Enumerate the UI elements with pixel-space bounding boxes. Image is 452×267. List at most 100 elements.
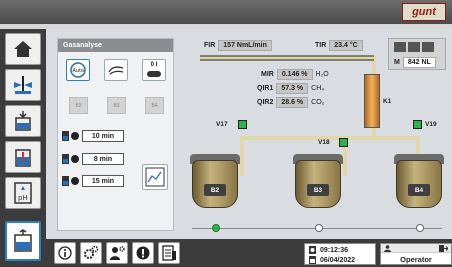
- gunt-logo: gunt: [402, 3, 446, 21]
- title-bar: [0, 0, 452, 24]
- valve-v18[interactable]: [339, 138, 348, 147]
- timer-row: 15 min: [62, 174, 127, 188]
- vessel-label: B4: [151, 102, 158, 109]
- user-gear-icon: [110, 246, 125, 260]
- meter-icons: [394, 42, 442, 52]
- alert-icon: [136, 246, 150, 260]
- toggle-switch-icon: [147, 71, 161, 77]
- fir-label: FIR: [204, 41, 216, 49]
- timer-input[interactable]: 10 min: [82, 130, 124, 142]
- gears-icon: [84, 245, 99, 259]
- chart-icon: [145, 167, 165, 187]
- user-panel-header: [381, 244, 451, 253]
- mir-value: 0.146 %: [276, 68, 313, 80]
- report-icon: [162, 245, 176, 261]
- meter-value: 842 NL: [402, 56, 436, 68]
- user-settings-button[interactable]: [106, 242, 128, 264]
- valve-v17[interactable]: [238, 120, 247, 129]
- settings-button[interactable]: [80, 242, 102, 264]
- qir2-unit: CO₂: [311, 98, 325, 106]
- tank-label: B3: [307, 184, 329, 196]
- valve-v19-label: V19: [425, 121, 437, 128]
- tir-label: TIR: [315, 41, 327, 49]
- meter-icon: [408, 42, 420, 52]
- tank-timer-icon: [62, 176, 79, 186]
- tir-readout: TIR 23.4 °C: [315, 39, 363, 51]
- mixer-button[interactable]: [5, 69, 41, 101]
- tank-label: B2: [204, 184, 226, 196]
- gas-meter-box: M 842 NL: [388, 38, 446, 70]
- meter-label: M: [394, 58, 400, 66]
- valve-v18-label: V18: [318, 139, 330, 146]
- current-date: 06/04/2022: [320, 256, 356, 264]
- status-indicator-b2: [212, 224, 220, 232]
- vessel-label: B2: [75, 102, 82, 109]
- timer-input[interactable]: 15 min: [82, 175, 124, 187]
- vessel-b3-button[interactable]: B3: [107, 97, 126, 114]
- user-name: Operator: [400, 255, 432, 264]
- tank-b4[interactable]: B4: [394, 154, 444, 210]
- panel-title: Gasanalyse: [58, 39, 173, 52]
- mir-readout: MIR 0.146 % H₂O: [261, 68, 329, 80]
- qir1-label: QIR1: [257, 84, 274, 92]
- gas-tank-icon: [14, 229, 32, 252]
- calendar-icon: [309, 256, 316, 264]
- qir1-readout: QIR1 57.3 % CH₄: [257, 82, 324, 94]
- feed-tank-icon: [15, 111, 31, 131]
- meter-readout: M 842 NL: [394, 56, 436, 68]
- vessel-b2-button[interactable]: B2: [69, 97, 88, 114]
- logout-icon: [439, 245, 448, 252]
- home-button[interactable]: [5, 33, 41, 65]
- time-row: 09:12:36: [309, 246, 348, 254]
- info-button[interactable]: [54, 242, 76, 264]
- fir-readout: FIR 157 NmL/min: [204, 39, 272, 51]
- temperature-button[interactable]: [5, 141, 41, 173]
- tank-timer-icon: [62, 131, 79, 141]
- mir-label: MIR: [261, 70, 274, 78]
- manual-mode-button[interactable]: [104, 59, 128, 81]
- logo-text: gunt: [412, 6, 436, 18]
- hand-icon: [108, 66, 124, 75]
- on-off-toggle[interactable]: 0 I: [142, 59, 166, 81]
- status-indicator-b3: [315, 224, 323, 232]
- timer-row: 8 min: [62, 152, 127, 166]
- ph-button[interactable]: pH: [5, 177, 41, 209]
- gas-analysis-button[interactable]: [5, 221, 41, 261]
- tank-b3[interactable]: B3: [293, 154, 343, 210]
- timer-input[interactable]: 8 min: [82, 153, 124, 165]
- valve-v17-label: V17: [216, 121, 228, 128]
- feed-button[interactable]: [5, 105, 41, 137]
- chart-button[interactable]: [142, 164, 168, 190]
- meter-icon: [422, 42, 434, 52]
- alarm-button[interactable]: [132, 242, 154, 264]
- qir1-value: 57.3 %: [276, 82, 309, 94]
- report-button[interactable]: [158, 242, 180, 264]
- heating-tank-icon: [15, 149, 31, 167]
- ph-icon: pH: [14, 182, 32, 204]
- date-row: 06/04/2022: [309, 256, 355, 264]
- valve-v19[interactable]: [413, 120, 422, 129]
- qir2-value: 28.6 %: [276, 96, 309, 108]
- qir1-unit: CH₄: [311, 84, 325, 92]
- meter-icon: [394, 42, 406, 52]
- auto-cycle-icon: Auto: [70, 62, 86, 78]
- vessel-label: B3: [113, 102, 120, 109]
- user-icon: [384, 245, 391, 252]
- user-panel[interactable]: Operator: [380, 243, 452, 265]
- qir2-readout: QIR2 28.6 % CO₂: [257, 96, 324, 108]
- fir-value: 157 NmL/min: [218, 39, 272, 51]
- auto-mode-button[interactable]: Auto: [66, 59, 90, 81]
- status-indicator-b4: [416, 224, 424, 232]
- tank-timer-icon: [62, 154, 79, 164]
- vessel-b4-button[interactable]: B4: [145, 97, 164, 114]
- tir-value: 23.4 °C: [329, 39, 363, 51]
- svg-text:pH: pH: [18, 194, 28, 202]
- auto-label: Auto: [73, 68, 85, 74]
- info-icon: [58, 246, 72, 260]
- tank-b2[interactable]: B2: [190, 154, 240, 210]
- qir2-label: QIR2: [257, 98, 274, 106]
- mixer-icon: [14, 76, 32, 94]
- sidebar: pH: [0, 29, 46, 267]
- column-k1: [364, 74, 380, 128]
- date-time-display: 09:12:36 06/04/2022: [304, 243, 376, 265]
